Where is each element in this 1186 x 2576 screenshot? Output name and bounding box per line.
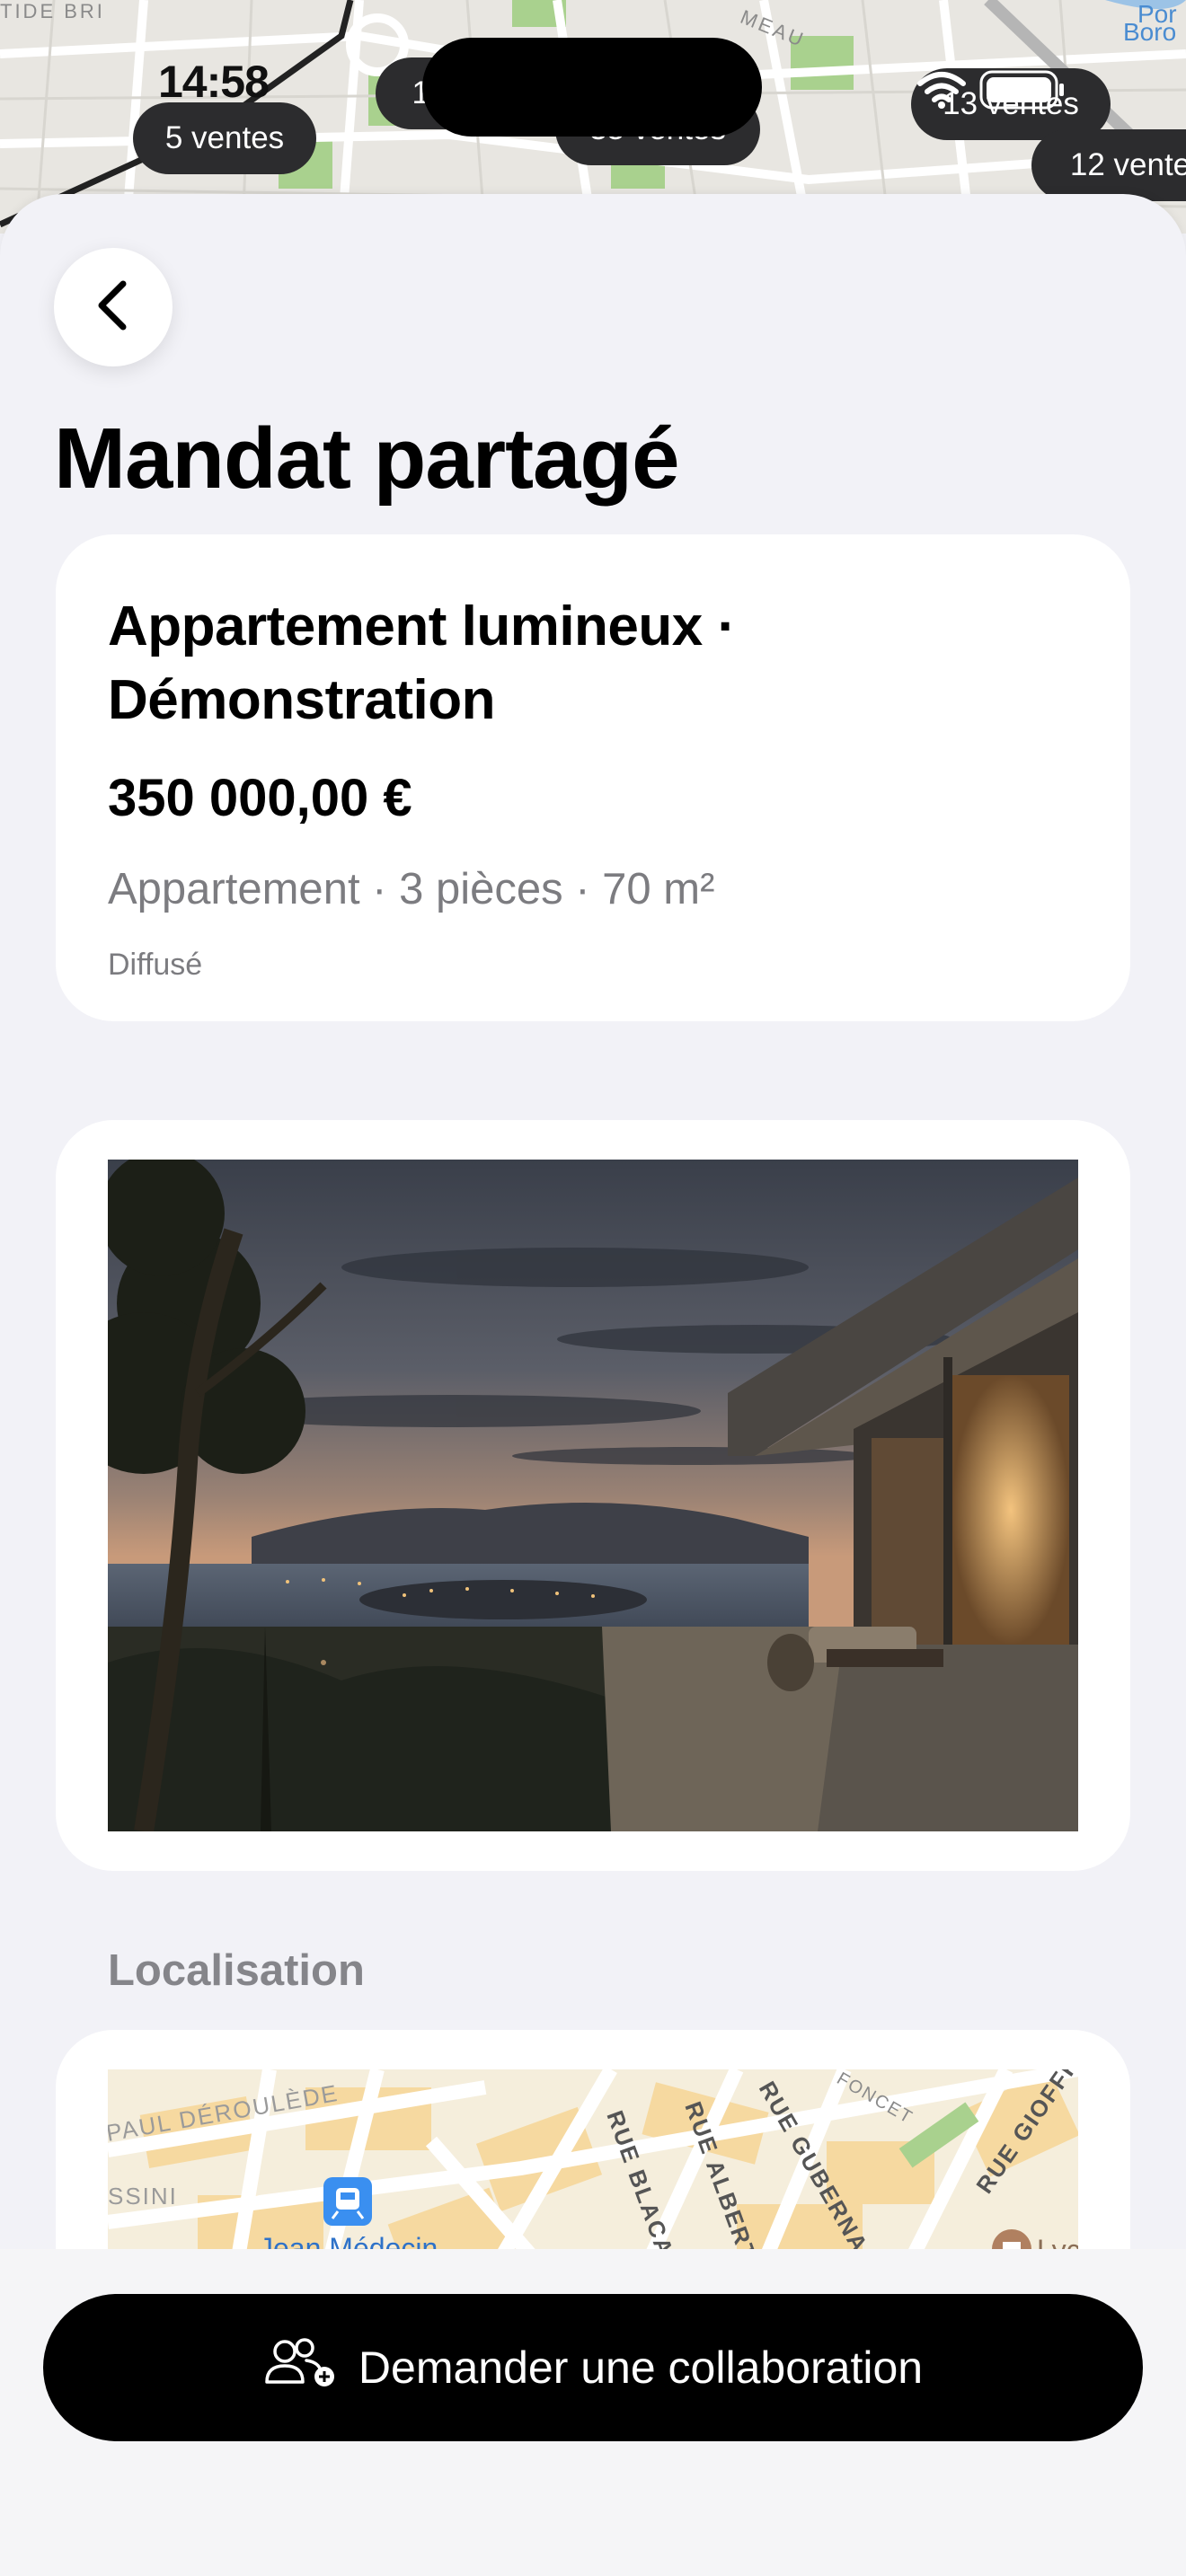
battery-icon (979, 70, 1066, 114)
map-sales-badge[interactable]: 12 vente (1031, 129, 1186, 201)
listing-details: Appartement · 3 pièces · 70 m² (108, 865, 715, 913)
dynamic-island (422, 38, 762, 137)
map-place-label: Boro (1123, 18, 1177, 46)
back-button[interactable] (54, 248, 173, 366)
add-user-icon (263, 2337, 339, 2398)
wifi-icon (916, 71, 967, 113)
chevron-left-icon (91, 278, 136, 337)
map-sales-badge[interactable]: 5 ventes (133, 102, 316, 174)
listing-photo-image (108, 1160, 1078, 1831)
request-collaboration-label: Demander une collaboration (358, 2342, 924, 2393)
tram-icon[interactable] (323, 2177, 372, 2226)
request-collaboration-button[interactable]: Demander une collaboration (43, 2294, 1143, 2441)
location-section-label: Localisation (108, 1946, 365, 1995)
listing-price: 350 000,00 € (108, 769, 412, 827)
listing-title: Appartement lumineux · Démonstration (108, 595, 736, 731)
page-title: Mandat partagé (54, 410, 679, 507)
listing-photo[interactable] (108, 1160, 1078, 1831)
listing-sheet: Mandat partagé Appartement lumineux · Dé… (0, 194, 1186, 2576)
map-street-label: SSINI (108, 2183, 178, 2210)
listing-status: Diffusé (108, 948, 203, 982)
status-bar-time: 14:58 (158, 57, 270, 107)
listing-info-card: Appartement lumineux · Démonstration 350… (56, 534, 1130, 1021)
status-bar-icons (916, 70, 1066, 114)
map-street-label: TIDE BRI (0, 0, 105, 22)
photo-card (56, 1120, 1130, 1871)
bottom-action-bar: Demander une collaboration (0, 2249, 1186, 2576)
